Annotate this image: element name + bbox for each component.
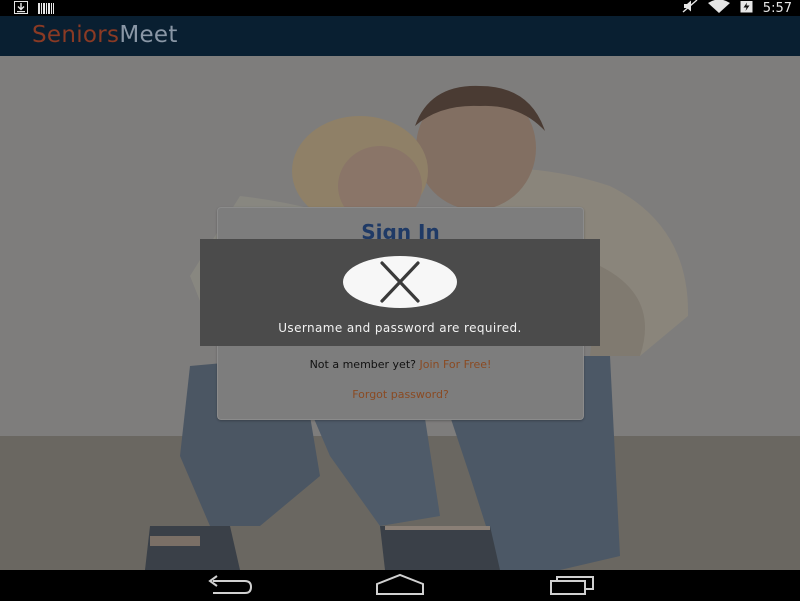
status-left [14,0,54,18]
battery-charging-icon [740,0,753,17]
join-prompt: Not a member yet? [309,358,416,371]
back-icon [208,575,253,594]
status-bar: 5:57 [0,0,800,16]
home-button[interactable] [370,573,430,597]
brand-part-meet: Meet [119,22,178,48]
recents-button[interactable] [541,573,601,597]
error-message: Username and password are required. [278,321,522,335]
home-icon [376,573,424,595]
recents-icon [550,576,594,595]
navigation-bar [0,570,800,600]
barcode-icon [38,0,54,18]
brand-part-seniors: Seniors [32,22,120,48]
join-line: Not a member yet? Join For Free! [218,358,583,371]
back-button[interactable] [199,573,259,597]
close-icon [380,261,420,303]
error-toast: Username and password are required. [200,239,600,346]
join-for-free-link[interactable]: Join For Free! [419,358,491,371]
app-logo: SeniorsMeet [32,22,178,48]
mute-icon [682,0,698,17]
wifi-icon [707,0,730,17]
forgot-password-link[interactable]: Forgot password? [218,388,583,401]
app-bar: SeniorsMeet [0,16,800,56]
error-icon-badge [343,256,457,308]
download-icon [14,0,28,18]
status-right: 5:57 [682,0,792,16]
status-time: 5:57 [762,0,792,16]
